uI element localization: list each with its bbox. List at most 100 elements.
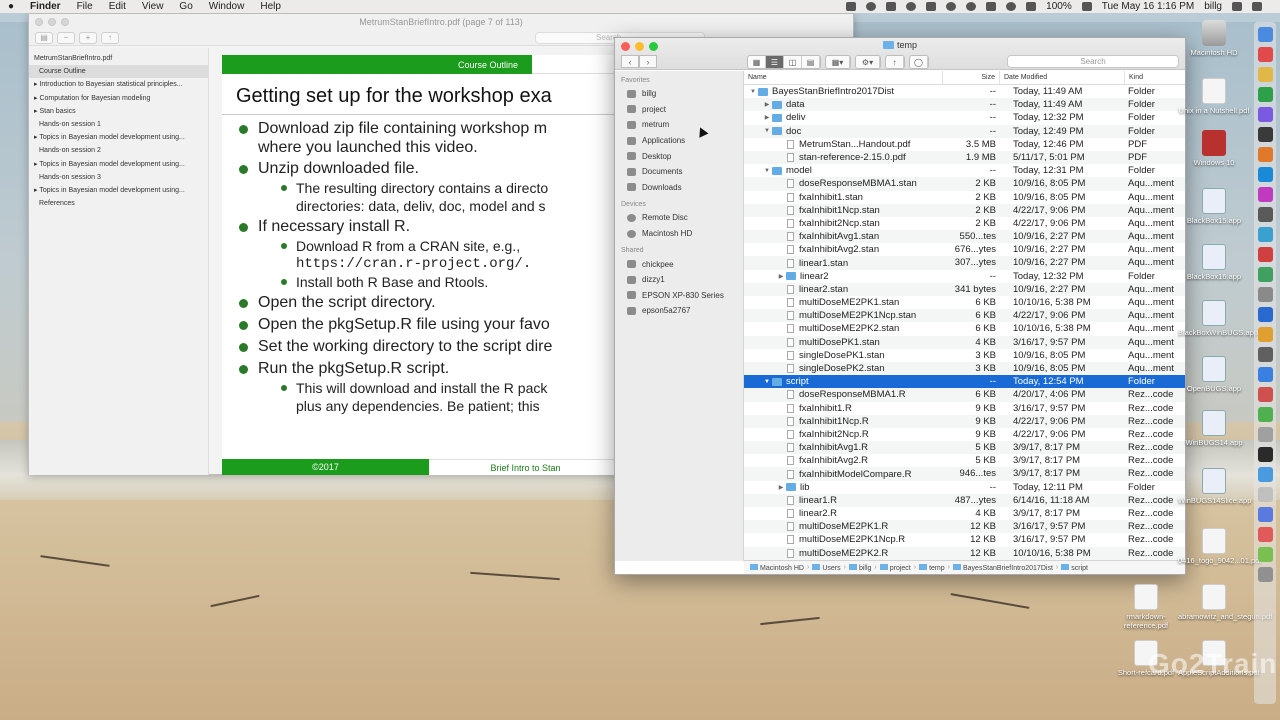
outline-item[interactable]: Hands-on session 1 (29, 118, 208, 131)
sidebar-item[interactable]: metrum (615, 117, 743, 133)
path-segment[interactable]: script (1061, 563, 1088, 572)
close-button[interactable] (35, 18, 43, 26)
list-view-icon[interactable]: ☰ (766, 56, 784, 68)
file-row[interactable]: multiDoseME2PK1Ncp.R 12 KB 3/16/17, 9:57 P… (744, 533, 1185, 546)
menu-go[interactable]: Go (171, 1, 200, 12)
file-row[interactable]: fxaInhibit2Ncp.R 9 KB 4/22/17, 9:06 PM Rez.… (744, 428, 1185, 441)
file-row[interactable]: fxaInhibitAvg1.R 5 KB 3/9/17, 8:17 PM Rez..… (744, 441, 1185, 455)
dock-app-icon[interactable] (1257, 107, 1273, 122)
sidebar-item[interactable]: Documents (615, 164, 743, 180)
desktop-icon[interactable]: BlackBoxWinBUGS.app (1178, 300, 1258, 337)
file-row[interactable]: fxaInhibitAvg1.stan 550...tes 10/9/16, 2:2… (744, 230, 1185, 244)
disclosure-triangle-icon[interactable]: ▼ (748, 89, 758, 95)
search-icon[interactable] (926, 2, 937, 11)
dock-app-icon[interactable] (1257, 267, 1273, 282)
apple-menu-icon[interactable]: ● (0, 1, 22, 12)
dock-app-icon[interactable] (1257, 527, 1273, 542)
dock-app-icon[interactable] (1257, 427, 1273, 442)
file-row[interactable]: fxaInhibitAvg2.R 5 KB 3/9/17, 8:17 PM Rez..… (744, 454, 1185, 467)
wifi-icon[interactable] (1006, 2, 1017, 11)
share-icon[interactable]: ↑ (886, 56, 904, 68)
desktop-icon[interactable]: OpenBUGS.app (1178, 356, 1250, 393)
file-row[interactable]: linear1.stan 307...ytes 10/9/16, 2:27 PM Aq… (744, 256, 1185, 270)
dock-app-icon[interactable] (1257, 87, 1273, 102)
outline-item[interactable]: ▸ Topics in Bayesian model development u… (29, 184, 208, 197)
file-row[interactable]: fxaInhibitModelCompare.R 946...tes 3/9/17,… (744, 467, 1185, 481)
sidebar-item[interactable]: Downloads (615, 180, 743, 196)
status-icon[interactable] (886, 2, 897, 11)
sidebar-item[interactable]: chickpee (615, 256, 743, 272)
dock-app-icon[interactable] (1257, 567, 1273, 582)
dock-app-icon[interactable] (1257, 27, 1273, 42)
spotlight-icon[interactable] (1232, 2, 1242, 11)
menu-view[interactable]: View (134, 1, 172, 12)
desktop-icon[interactable]: Unix in a Nutshell.pdf (1178, 78, 1250, 115)
desktop-icon[interactable]: Macintosh HD (1178, 20, 1250, 57)
file-row[interactable]: fxaInhibit2Ncp.stan 2 KB 4/22/17, 9:06 PM A… (744, 217, 1185, 230)
minimize-button[interactable] (48, 18, 56, 26)
file-row[interactable]: ▼ model -- Today, 12:31 PM Folder (744, 164, 1185, 177)
outline-item[interactable]: ▸ Topics in Bayesian model development u… (29, 158, 208, 171)
outline-item[interactable]: Hands-on session 2 (29, 144, 208, 157)
file-row[interactable]: ▶ data -- Today, 11:49 AM Folder (744, 98, 1185, 112)
dock-app-icon[interactable] (1257, 147, 1273, 162)
sidebar-item[interactable]: Applications (615, 133, 743, 149)
file-row[interactable]: ▶ lib -- Today, 12:11 PM Folder (744, 481, 1185, 494)
file-row[interactable]: doseResponseMBMA1.stan 2 KB 10/9/16, 8:05 … (744, 177, 1185, 191)
dock-app-icon[interactable] (1257, 467, 1273, 482)
arrange-icon[interactable]: ▦▾ (826, 56, 850, 68)
finder-toolbar[interactable]: temp ‹ › ▦ ☰ ◫ ▤ ▦▾ ⚙▾ ↑ ◯ Search (615, 38, 1185, 70)
dock-app-icon[interactable] (1257, 207, 1273, 222)
dock-app-icon[interactable] (1257, 127, 1273, 142)
forward-button[interactable]: › (639, 55, 657, 68)
sidebar-item[interactable]: project (615, 102, 743, 118)
desktop-icon[interactable]: WinBUGS14Slice.app (1178, 468, 1251, 505)
path-segment[interactable]: temp (919, 563, 945, 572)
outline-item[interactable]: ▸ Stan basics (29, 105, 208, 118)
path-segment[interactable]: billg (848, 563, 871, 572)
menu-edit[interactable]: Edit (101, 1, 134, 12)
outline-item[interactable]: Hands-on session 3 (29, 171, 208, 184)
status-icon[interactable] (846, 2, 857, 11)
tag-icon[interactable]: ◯ (910, 56, 928, 68)
disclosure-triangle-icon[interactable]: ▶ (762, 114, 772, 121)
sidebar-item[interactable]: EPSON XP-830 Series (615, 288, 743, 304)
share-icon[interactable]: ↑ (101, 31, 119, 44)
path-segment[interactable]: project (879, 563, 911, 572)
file-row[interactable]: singleDosePK2.stan 3 KB 10/9/16, 8:05 PM Aq… (744, 361, 1185, 376)
desktop-icon[interactable]: Windows 10 (1178, 130, 1250, 167)
file-row[interactable]: MetrumStan...Handout.pdf 3.5 MB Today, 12:… (744, 138, 1185, 151)
file-row[interactable]: stan-reference-2.15.0.pdf 1.9 MB 5/11/17, … (744, 150, 1185, 165)
file-row[interactable]: linear1.R 487...ytes 6/14/16, 11:18 AM Rez.… (744, 493, 1185, 507)
file-row[interactable]: fxaInhibit1.R 9 KB 3/16/17, 9:57 PM Rez...c… (744, 402, 1185, 415)
file-row[interactable]: singleDosePK1.stan 3 KB 10/9/16, 8:05 PM Aq… (744, 349, 1185, 362)
file-row[interactable]: fxaInhibitAvg2.stan 676...ytes 10/9/16, 2:… (744, 243, 1185, 256)
zoom-out-icon[interactable]: − (57, 31, 75, 44)
zoom-in-icon[interactable]: + (79, 31, 97, 44)
file-row[interactable]: linear2.stan 341 bytes 10/9/16, 2:27 PM Aqu… (744, 282, 1185, 296)
sidebar-item[interactable]: Desktop (615, 148, 743, 164)
dock-app-icon[interactable] (1257, 227, 1273, 242)
file-row[interactable]: multiDoseME2PK1.stan 6 KB 10/10/16, 5:38 P… (744, 296, 1185, 309)
dock-app-icon[interactable] (1257, 47, 1273, 62)
status-icon[interactable] (906, 2, 917, 11)
volume-icon[interactable] (1026, 2, 1037, 11)
desktop-icon[interactable]: WinBUGS14.app (1178, 410, 1250, 447)
path-segment[interactable]: Users (812, 563, 841, 572)
menu-window[interactable]: Window (201, 1, 253, 12)
menu-app-name[interactable]: Finder (22, 1, 69, 12)
status-icon[interactable] (866, 2, 877, 11)
dock-app-icon[interactable] (1257, 307, 1273, 322)
column-header-kind[interactable]: Kind (1125, 71, 1185, 84)
outline-item[interactable]: MetrumStanBriefIntro.pdf (29, 52, 208, 65)
preview-title-bar[interactable]: MetrumStanBriefIntro.pdf (page 7 of 113) (29, 14, 853, 30)
gear-icon[interactable]: ⚙▾ (856, 56, 880, 68)
icon-view-icon[interactable]: ▦ (748, 56, 766, 68)
column-header-date[interactable]: Date Modified (1000, 71, 1125, 84)
battery-icon[interactable] (1081, 2, 1092, 11)
file-row[interactable]: multiDosePK1.stan 4 KB 3/16/17, 9:57 PM Aqu… (744, 335, 1185, 349)
desktop-icon[interactable]: BlackBox16.app (1178, 244, 1250, 281)
outline-item[interactable]: References (29, 197, 208, 210)
desktop-icon[interactable]: 0416_togo_9042...01.pdf (1178, 528, 1261, 565)
sidebar-item[interactable]: epson5a2767 (615, 303, 743, 319)
